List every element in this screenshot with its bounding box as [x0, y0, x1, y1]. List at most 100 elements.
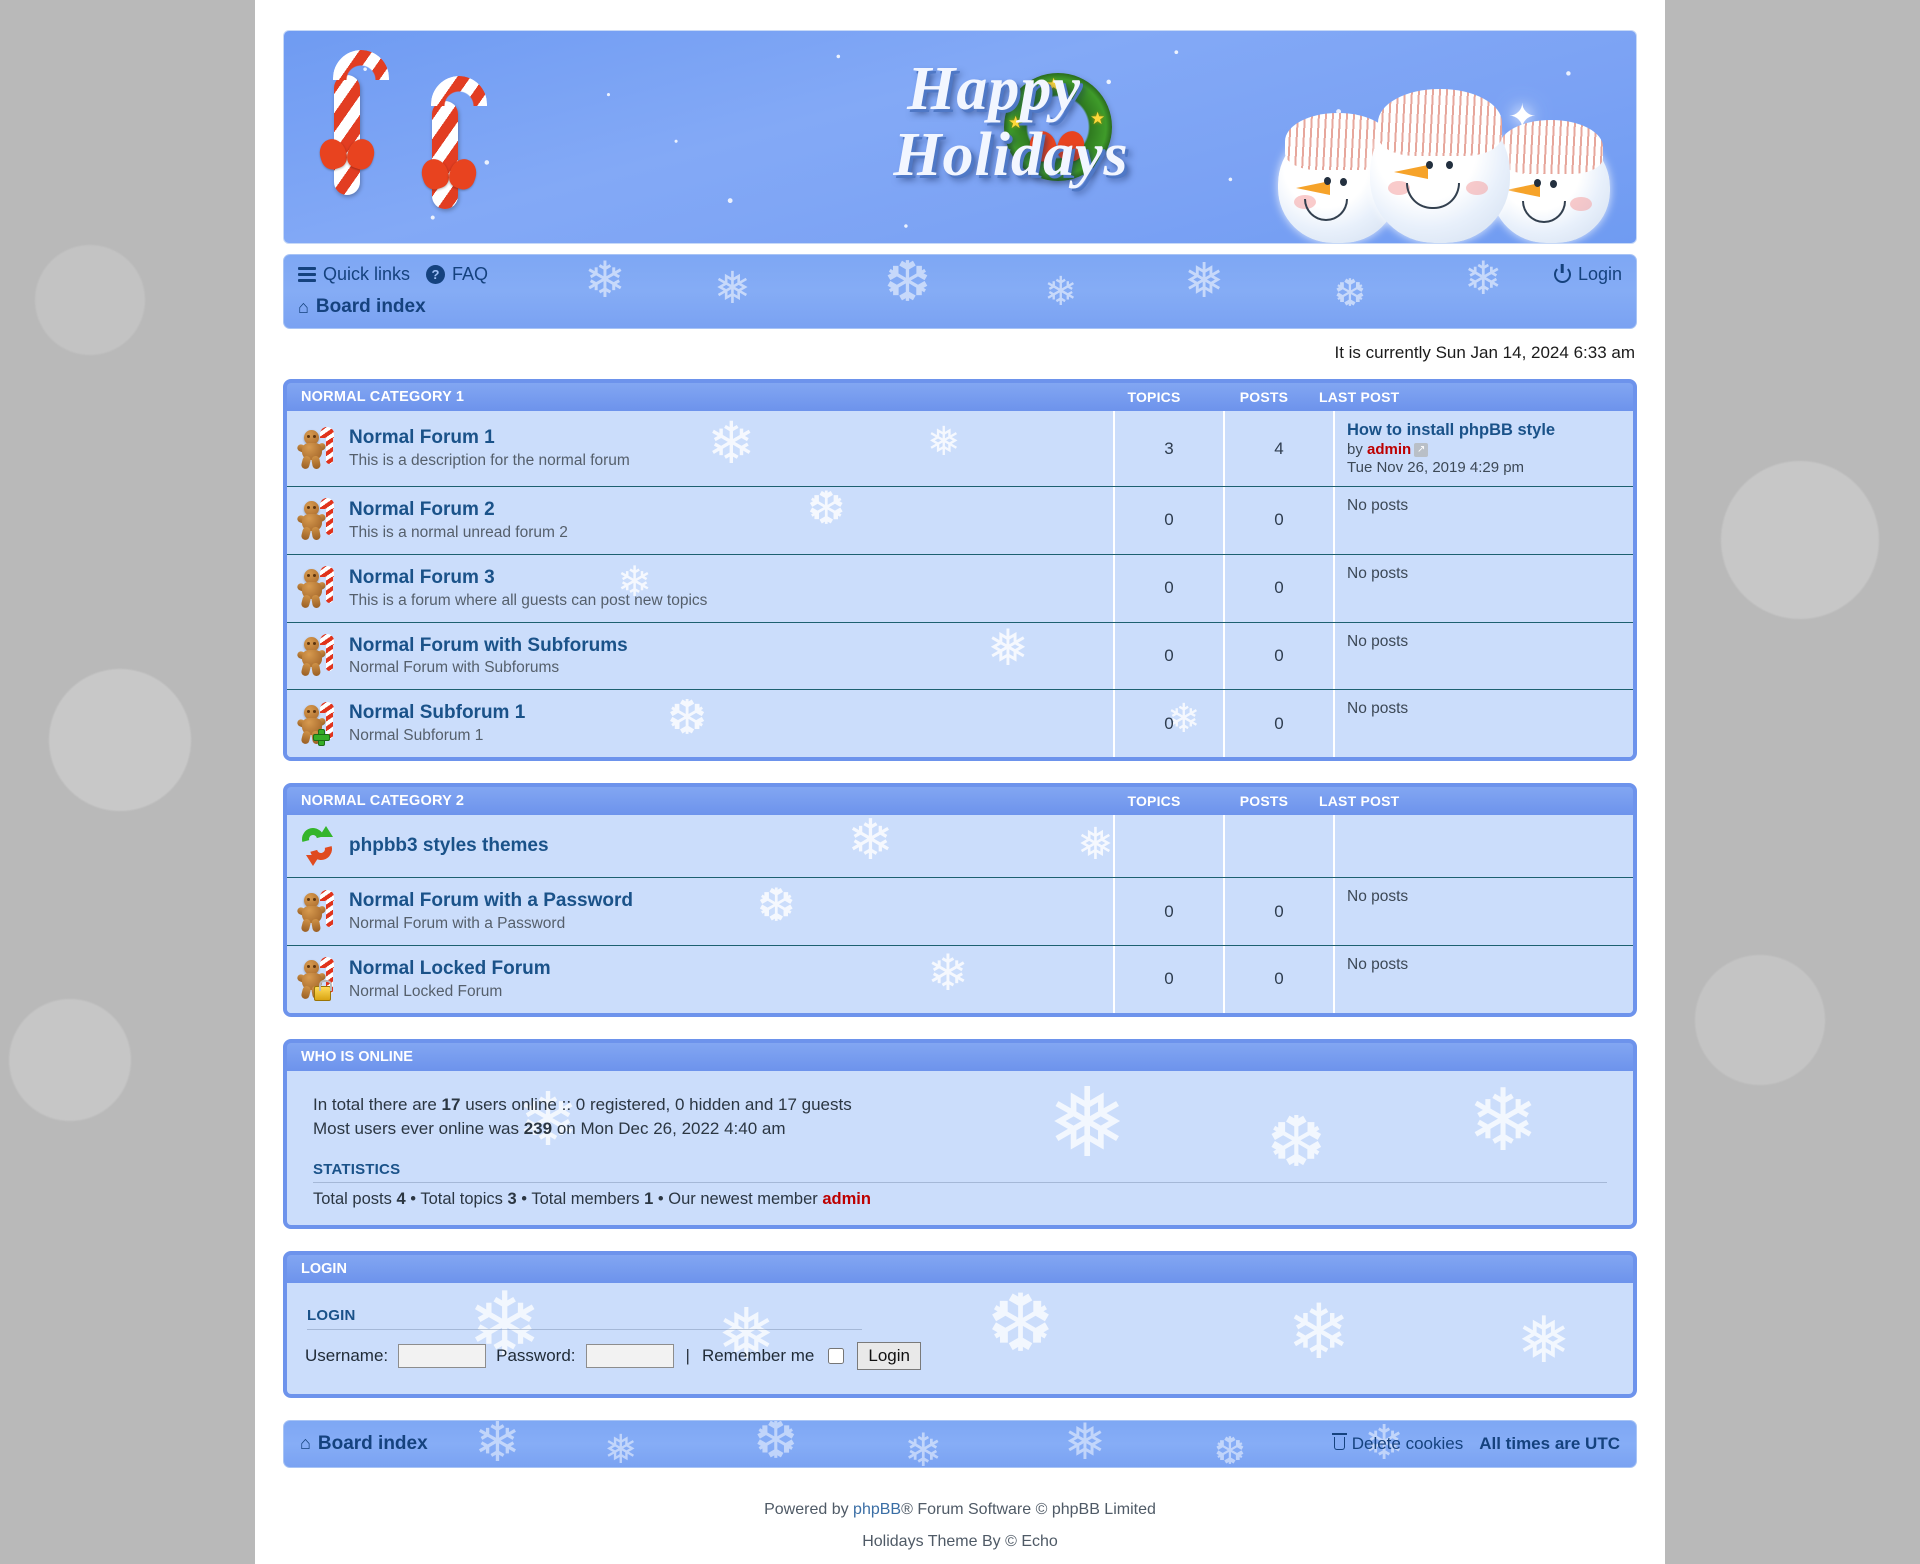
topics-count: 0	[1113, 487, 1223, 554]
topics-count: 0	[1113, 945, 1223, 1013]
newest-member-link[interactable]: admin	[822, 1190, 871, 1208]
theme-credit-line: Holidays Theme By © Echo	[862, 1532, 1058, 1550]
power-icon	[1553, 266, 1571, 283]
posts-count: 0	[1223, 622, 1333, 690]
no-posts-label: No posts	[1347, 888, 1409, 906]
breadcrumb-board-index[interactable]: ⌂ Board index	[298, 296, 426, 318]
remember-me-checkbox[interactable]	[828, 1347, 845, 1364]
who-is-online-panel: WHO IS ONLINE ❄ ❅ ❆ ❄ In total there are…	[283, 1038, 1637, 1229]
forum-text: Normal Forum with Subforums Normal Forum…	[349, 635, 628, 678]
quick-links-label: Quick links	[323, 264, 411, 284]
total-posts-value: 4	[396, 1189, 406, 1208]
online-total-count: 17	[441, 1094, 461, 1114]
column-header-posts: POSTS	[1239, 389, 1289, 405]
login-link[interactable]: Login	[1553, 264, 1622, 285]
forum-category-block: NORMAL CATEGORY 2 TOPICS POSTS LAST POST…	[283, 783, 1637, 1017]
forum-description: This is a description for the normal for…	[349, 451, 630, 469]
login-panel: LOGIN ❄ ❅ ❆ ❄ ❅ LOGIN Username: Password…	[283, 1250, 1637, 1398]
statistics-heading: STATISTICS	[313, 1160, 401, 1178]
posts-count: 4	[1223, 411, 1333, 486]
last-post-by-label: by	[1347, 441, 1363, 458]
no-posts-label: No posts	[1347, 497, 1409, 514]
navigation-bar: ❄ ❅ ❆ ❄ ❅ ❆ ❄ Quick links ? FAQ Login ⌂ …	[283, 254, 1637, 329]
bullet-3: •	[657, 1189, 664, 1208]
forum-rows: ❄ ❅ Normal Forum 1 This is a description…	[287, 411, 1633, 758]
forum-main-cell: Normal Subforum 1 Normal Subforum 1	[287, 690, 1113, 757]
topics-count: 0	[1113, 878, 1223, 945]
forum-text: Normal Forum 1 This is a description for…	[349, 427, 630, 470]
column-header-posts: POSTS	[1239, 793, 1289, 810]
menu-icon	[298, 264, 316, 285]
lock-icon	[314, 980, 332, 1002]
total-members-label: Total members	[531, 1189, 640, 1208]
forum-description: Normal Forum with a Password	[349, 914, 566, 932]
last-post-date: Tue Nov 26, 2019 4:29 pm	[1347, 459, 1525, 476]
quick-links-button[interactable]: Quick links	[298, 264, 410, 285]
forum-description: This is a normal unread forum 2	[349, 523, 568, 541]
table-row: ❆ ❄ Normal Subforum 1 Normal Subforum 1	[287, 690, 1633, 758]
forum-link[interactable]: phpbb3 styles themes	[349, 835, 549, 858]
online-record-count: 239	[523, 1118, 553, 1138]
forum-main-cell: Normal Locked Forum Normal Locked Forum	[287, 946, 1113, 1013]
username-input[interactable]	[398, 1343, 487, 1368]
password-label: Password:	[496, 1345, 576, 1365]
delete-cookies-link[interactable]: Delete cookies	[1331, 1433, 1463, 1454]
category-header: NORMAL CATEGORY 1 TOPICS POSTS LAST POST	[287, 383, 1633, 411]
banner-title: Happy Holidays	[784, 55, 1204, 188]
forum-link[interactable]: Normal Forum 3	[349, 567, 707, 590]
all-times-label: All times are UTC	[1479, 1433, 1620, 1453]
faq-link[interactable]: ? FAQ	[426, 264, 488, 285]
bullet-2: •	[521, 1189, 528, 1208]
forum-link[interactable]: Normal Forum with a Password	[349, 890, 633, 913]
candy-cane-bow-icon	[422, 159, 476, 189]
online-record-suffix: on Mon Dec 26, 2022 4:40 am	[556, 1118, 786, 1138]
snowman-center	[1370, 89, 1510, 243]
online-total-suffix: users online :: 0 registered, 0 hidden a…	[465, 1094, 852, 1114]
online-record-line: Most users ever online was 239 on Mon De…	[313, 1119, 1617, 1139]
table-row: ❄ ❅ Normal Forum 1 This is a description…	[287, 411, 1633, 487]
table-row: ❆ Normal Forum with a Password Normal Fo…	[287, 878, 1633, 946]
forum-link[interactable]: Normal Locked Forum	[349, 958, 551, 981]
total-members-value: 1	[644, 1189, 654, 1208]
powered-prefix: Powered by	[764, 1500, 849, 1518]
banner-title-line1: Happy	[907, 55, 1081, 123]
phpbb-link[interactable]: phpBB	[853, 1501, 901, 1518]
statistics-line: Total posts 4 • Total topics 3 • Total m…	[313, 1190, 1617, 1209]
forum-link[interactable]: Normal Forum 2	[349, 499, 568, 522]
online-record-prefix: Most users ever online was	[313, 1118, 519, 1138]
forum-text: Normal Subforum 1 Normal Subforum 1	[349, 702, 525, 745]
last-post-cell: No posts	[1333, 554, 1633, 622]
trash-icon	[1331, 1433, 1347, 1451]
no-posts-label: No posts	[1347, 564, 1409, 582]
forum-link[interactable]: Normal Subforum 1	[349, 702, 525, 725]
forum-description: Normal Locked Forum	[349, 982, 503, 1000]
footer-bar: ❄ ❅ ❆ ❄ ❅ ❆ ❄ ⌂ Board index Delete cooki…	[283, 1419, 1637, 1468]
faq-label: FAQ	[452, 264, 489, 284]
who-is-online-body: ❄ ❅ ❆ ❄ In total there are 17 users onli…	[287, 1070, 1633, 1225]
last-post-author-link[interactable]: admin	[1367, 441, 1411, 458]
username-label: Username:	[305, 1345, 389, 1365]
breadcrumb: ⌂ Board index	[298, 296, 1622, 318]
login-subheading: LOGIN	[307, 1306, 356, 1324]
forum-link[interactable]: Normal Forum with Subforums	[349, 635, 628, 658]
table-row: ❄ ❅ phpbb3 styles themes	[287, 808, 1633, 879]
password-input[interactable]	[585, 1343, 674, 1368]
forum-main-cell: Normal Forum with a Password Normal Foru…	[287, 878, 1113, 945]
current-time: It is currently Sun Jan 14, 2024 6:33 am	[1334, 343, 1635, 362]
total-topics-value: 3	[507, 1189, 517, 1208]
goto-post-icon[interactable]: ↗	[1414, 443, 1429, 458]
table-row: ❆ Normal Forum 2 This is a normal unread…	[287, 482, 1633, 555]
newest-member-label: Our newest member	[668, 1189, 818, 1208]
question-icon: ?	[426, 265, 446, 284]
last-post-title-link[interactable]: How to install phpBB style	[1347, 421, 1621, 440]
home-icon: ⌂	[300, 1433, 311, 1454]
forum-category-block: NORMAL CATEGORY 1 TOPICS POSTS LAST POST…	[283, 379, 1637, 762]
gingerbread-icon	[296, 498, 335, 542]
topics-count: 3	[1113, 411, 1223, 486]
posts-count: 0	[1223, 945, 1333, 1013]
footer-board-index-link[interactable]: ⌂ Board index	[300, 1433, 428, 1455]
topics-count	[1113, 815, 1223, 878]
forum-link[interactable]: Normal Forum 1	[349, 427, 630, 450]
login-submit-button[interactable]: Login	[857, 1341, 921, 1370]
login-panel-header: LOGIN	[287, 1254, 1633, 1283]
